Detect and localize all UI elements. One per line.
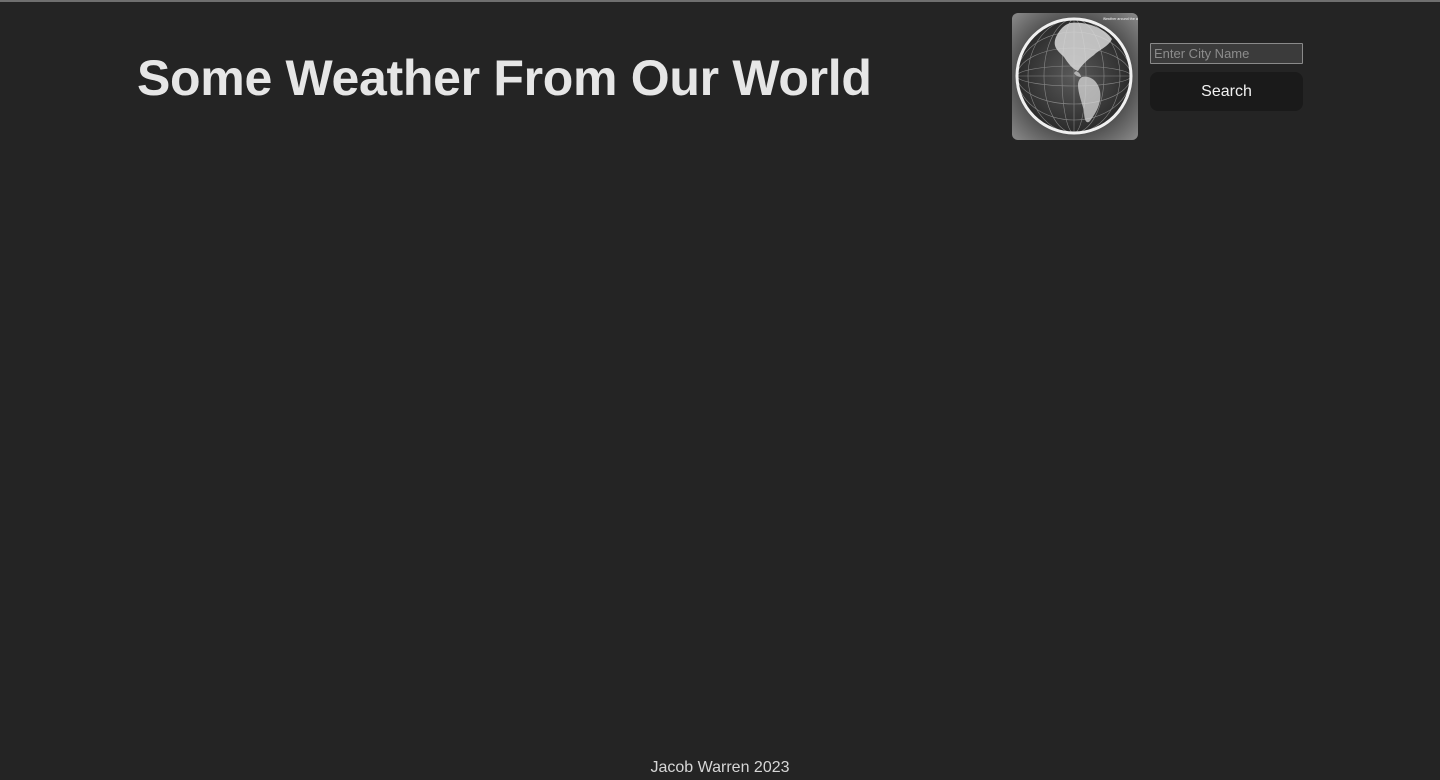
- footer-credit: Jacob Warren 2023: [650, 759, 790, 776]
- search-button[interactable]: Search: [1150, 72, 1303, 111]
- city-search-input[interactable]: [1150, 43, 1303, 64]
- page-title: Some Weather From Our World: [137, 50, 872, 106]
- svg-text:Weather around the world: Weather around the world: [1103, 17, 1138, 21]
- globe-icon: Weather around the world: [1012, 13, 1138, 140]
- top-border: [0, 0, 1440, 2]
